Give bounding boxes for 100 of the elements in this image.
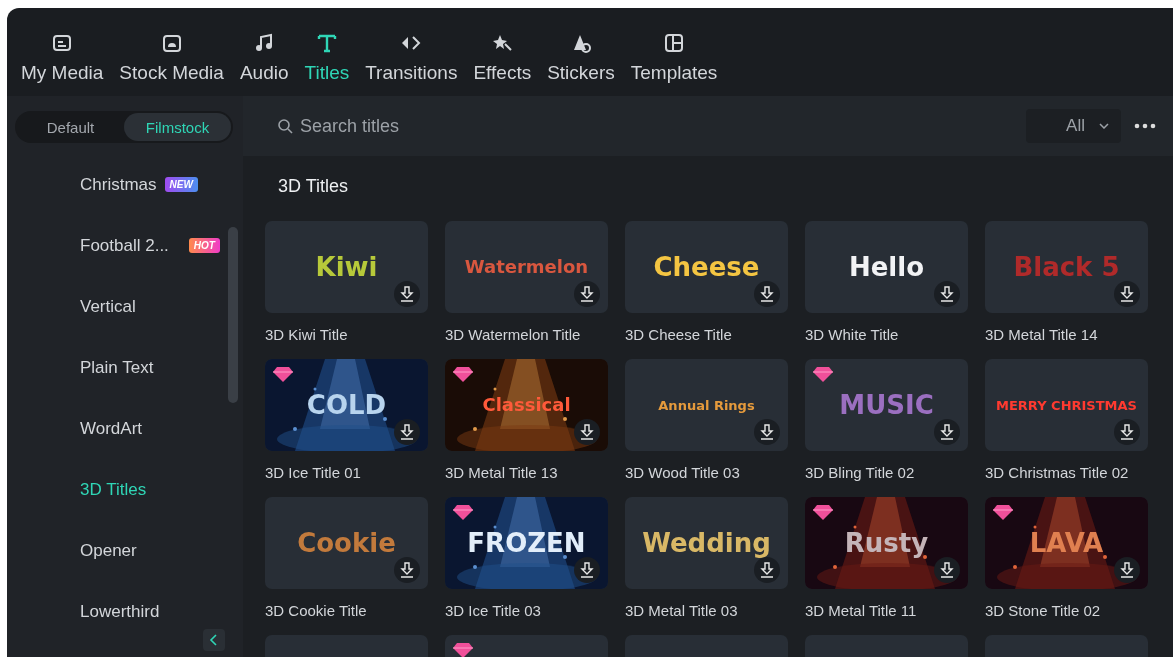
title-thumbnail[interactable]: Kiwi — [265, 221, 428, 313]
title-name: 3D White Title — [805, 326, 900, 343]
diamond-icon — [453, 504, 473, 520]
download-button[interactable] — [754, 419, 780, 445]
search-icon — [277, 118, 293, 134]
title-thumbnail[interactable]: Cheese — [625, 221, 788, 313]
title-name: 3D Kiwi Title — [265, 326, 349, 343]
title-name: 3D Watermelon Title — [445, 326, 582, 343]
preview-text: Rusty — [844, 530, 929, 556]
diamond-icon — [813, 366, 833, 382]
download-button[interactable] — [754, 557, 780, 583]
download-button[interactable] — [1114, 281, 1140, 307]
download-button[interactable] — [574, 281, 600, 307]
category-item[interactable]: Vertical — [80, 297, 243, 358]
download-icon — [760, 286, 774, 302]
download-button[interactable] — [934, 281, 960, 307]
scrollbar[interactable] — [228, 227, 238, 403]
diamond-icon — [453, 642, 473, 657]
download-icon — [1120, 286, 1134, 302]
title-name: 3D Cheese Title — [625, 326, 733, 343]
filter-dropdown[interactable]: All — [1026, 109, 1121, 143]
title-name: 3D Wood Title 03 — [625, 464, 741, 481]
category-label: Vertical — [80, 297, 136, 317]
category-item[interactable]: 3D Titles — [80, 480, 243, 541]
preview-text: MUSIC — [839, 392, 934, 418]
download-icon — [940, 424, 954, 440]
download-icon — [400, 286, 414, 302]
toolbar-tab[interactable]: Stickers — [539, 32, 623, 96]
category-label: Football 2... — [80, 236, 169, 256]
preview-text: Kiwi — [315, 254, 378, 280]
title-name: 3D Metal Title 03 — [625, 602, 739, 619]
download-button[interactable] — [394, 557, 420, 583]
title-name: 3D Metal Title 11 — [805, 602, 918, 619]
preview-text: Watermelon — [464, 258, 589, 276]
toolbar-tab[interactable]: Audio — [231, 32, 297, 96]
download-button[interactable] — [394, 281, 420, 307]
download-icon — [1120, 562, 1134, 578]
category-label: 3D Titles — [80, 480, 147, 500]
download-icon — [940, 286, 954, 302]
title-thumbnail[interactable]: Wedding — [625, 497, 788, 589]
title-thumbnail[interactable]: FROZEN — [445, 497, 608, 589]
category-label: Opener — [80, 541, 137, 561]
hot-badge: HOT — [188, 238, 220, 253]
toolbar-tab[interactable]: Transitions — [357, 32, 466, 96]
diamond-icon — [813, 504, 833, 520]
title-thumbnail[interactable]: MUSIC — [805, 359, 968, 451]
category-label: Plain Text — [80, 358, 154, 378]
title-thumbnail[interactable]: MERRY CHRISTMAS — [985, 359, 1148, 451]
category-item[interactable]: WordArt — [80, 419, 243, 480]
category-label: Lowerthird — [80, 602, 160, 622]
category-item[interactable]: Plain Text — [80, 358, 243, 419]
download-icon — [760, 562, 774, 578]
toolbar-tab[interactable]: Templates — [622, 32, 726, 96]
preview-text: Cheese — [653, 254, 760, 280]
diamond-icon — [273, 366, 293, 382]
category-label: WordArt — [80, 419, 143, 439]
download-button[interactable] — [934, 419, 960, 445]
preview-text: Classical — [482, 396, 571, 414]
title-thumbnail[interactable]: Cookie — [265, 497, 428, 589]
toolbar-tab[interactable]: Stock Media — [111, 32, 232, 96]
title-name: 3D Ice Title 03 — [445, 602, 542, 619]
title-name: 3D Cookie Title — [265, 602, 368, 619]
title-thumbnail[interactable]: Annual Rings — [625, 359, 788, 451]
toolbar-tab[interactable]: Effects — [465, 32, 540, 96]
new-badge: NEW — [164, 177, 198, 192]
search-field[interactable]: Search titles — [300, 115, 600, 137]
title-name: 3D Metal Title 14 — [985, 326, 1099, 343]
segment-button[interactable]: Filmstock — [124, 113, 231, 141]
title-name: 3D Ice Title 01 — [265, 464, 362, 481]
title-name: 3D Metal Title 13 — [445, 464, 559, 481]
title-name: 3D Christmas Title 02 — [985, 464, 1130, 481]
diamond-icon — [993, 504, 1013, 520]
download-icon — [1120, 424, 1134, 440]
category-item[interactable]: Lowerthird — [80, 602, 243, 657]
chevron-down-icon — [1099, 123, 1109, 129]
preview-text: Cookie — [297, 530, 396, 556]
category-item[interactable]: Opener — [80, 541, 243, 602]
segment-button[interactable]: Default — [17, 113, 124, 141]
diamond-icon — [453, 366, 473, 382]
category-label: Christmas — [80, 175, 157, 195]
category-item[interactable]: Christmas NEW — [80, 175, 243, 236]
preview-text: Wedding — [642, 530, 771, 556]
download-icon — [400, 562, 414, 578]
download-icon — [580, 286, 594, 302]
title-thumbnail[interactable]: Hello — [805, 221, 968, 313]
download-icon — [400, 424, 414, 440]
download-button[interactable] — [754, 281, 780, 307]
toolbar-tab[interactable]: Titles — [296, 32, 358, 96]
title-thumbnail[interactable]: Watermelon — [445, 221, 608, 313]
preview-text: Hello — [848, 254, 925, 280]
toolbar-tab[interactable]: My Media — [13, 32, 112, 96]
download-button[interactable] — [1114, 419, 1140, 445]
collapse-button[interactable] — [203, 629, 225, 651]
preview-text: MERRY CHRISTMAS — [996, 398, 1137, 412]
title-thumbnail[interactable]: Classical — [445, 359, 608, 451]
download-icon — [580, 424, 594, 440]
category-item[interactable]: Football 2... HOT — [80, 236, 243, 297]
download-icon — [760, 424, 774, 440]
title-thumbnail[interactable]: Rusty — [805, 497, 968, 589]
chevron-left-icon — [209, 634, 219, 646]
